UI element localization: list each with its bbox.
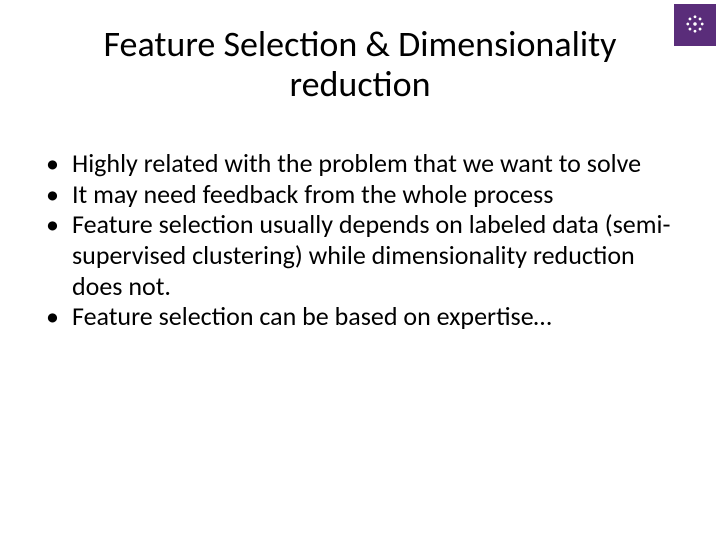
slide-body: • Highly related with the problem that w… [44,148,676,332]
bullet-icon: • [44,179,72,210]
bullet-text: Feature selection can be based on expert… [72,301,676,332]
bullet-text: Highly related with the problem that we … [72,148,676,179]
list-item: • Highly related with the problem that w… [44,148,676,179]
list-item: • Feature selection can be based on expe… [44,301,676,332]
bullet-icon: • [44,148,72,179]
bullet-icon: • [44,209,72,240]
bullet-text: It may need feedback from the whole proc… [72,179,676,210]
list-item: • It may need feedback from the whole pr… [44,179,676,210]
bullet-text: Feature selection usually depends on lab… [72,209,676,301]
bullet-icon: • [44,301,72,332]
list-item: • Feature selection usually depends on l… [44,209,676,301]
slide-title: Feature Selection & Dimensionality reduc… [0,24,720,105]
